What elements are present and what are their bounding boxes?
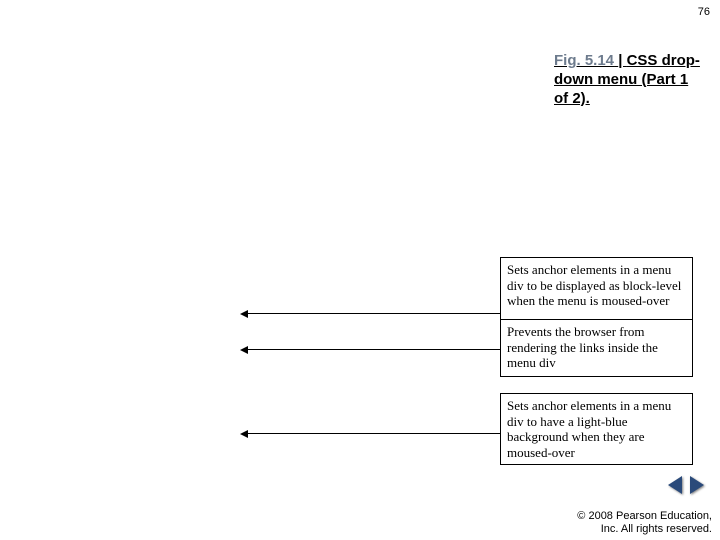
figure-caption: Fig. 5.14 | CSS drop-down menu (Part 1 o… [554, 52, 704, 108]
slide-page: 76 Fig. 5.14 | CSS drop-down menu (Part … [0, 0, 720, 540]
annotation-2: Prevents the browser from rendering the … [500, 319, 693, 377]
annotation-1: Sets anchor elements in a menu div to be… [500, 257, 693, 327]
figure-separator: | [618, 52, 626, 69]
arrow-1-line [247, 313, 500, 314]
figure-label: Fig. 5.14 [554, 52, 614, 69]
arrow-2-line [247, 349, 500, 350]
copyright: © 2008 Pearson Education, Inc. All right… [577, 510, 712, 536]
arrow-1-head-icon [240, 310, 248, 318]
arrow-2-head-icon [240, 346, 248, 354]
copyright-line-1: © 2008 Pearson Education, [577, 510, 712, 523]
prev-slide-icon[interactable] [668, 476, 682, 494]
arrow-3-head-icon [240, 430, 248, 438]
next-slide-icon[interactable] [690, 476, 704, 494]
annotation-3: Sets anchor elements in a menu div to ha… [500, 393, 693, 465]
arrow-3-line [247, 433, 500, 434]
page-number: 76 [698, 6, 710, 18]
copyright-line-2: Inc. All rights reserved. [577, 523, 712, 536]
nav-controls [668, 476, 704, 499]
